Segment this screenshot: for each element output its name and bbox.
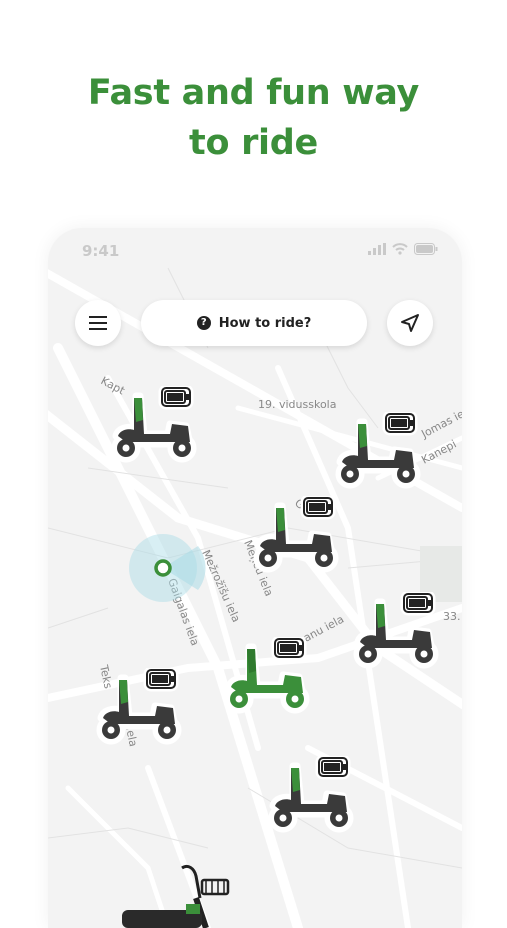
scooter-marker-selected[interactable] [219,637,311,717]
headline-line-1: Fast and fun way [87,73,420,113]
signal-icon [368,243,386,255]
how-to-ride-label: How to ride? [218,315,312,331]
status-time: 9:41 [82,242,120,260]
status-icons [368,243,438,255]
how-to-ride-button[interactable]: ? How to ride? [141,300,367,346]
scooter-photo [122,864,230,928]
menu-button[interactable] [75,300,121,346]
scooter-marker[interactable] [263,756,355,836]
headline: Fast and fun way to ride [0,68,507,168]
phone-frame: Kapt 19. vidusskola Jomas iela Kanepi G … [48,228,462,928]
street-label: 19. vidusskola [258,398,336,411]
wifi-icon [392,243,408,255]
scooter-marker[interactable] [91,668,183,748]
menu-icon [89,316,107,330]
navigation-arrow-icon [401,314,419,332]
street-label: 33. [443,610,461,623]
scooter-marker[interactable] [348,592,440,672]
locate-me-button[interactable] [387,300,433,346]
question-circle-icon: ? [196,316,211,330]
street-label: Jomas iela [418,403,462,441]
scooter-marker[interactable] [248,496,340,576]
battery-status-icon [414,243,438,255]
status-bar: 9:41 [48,228,462,272]
scooter-marker[interactable] [106,386,198,466]
headline-line-2: to ride [189,123,318,163]
scooter-marker[interactable] [330,412,422,492]
user-location-marker [129,534,206,602]
